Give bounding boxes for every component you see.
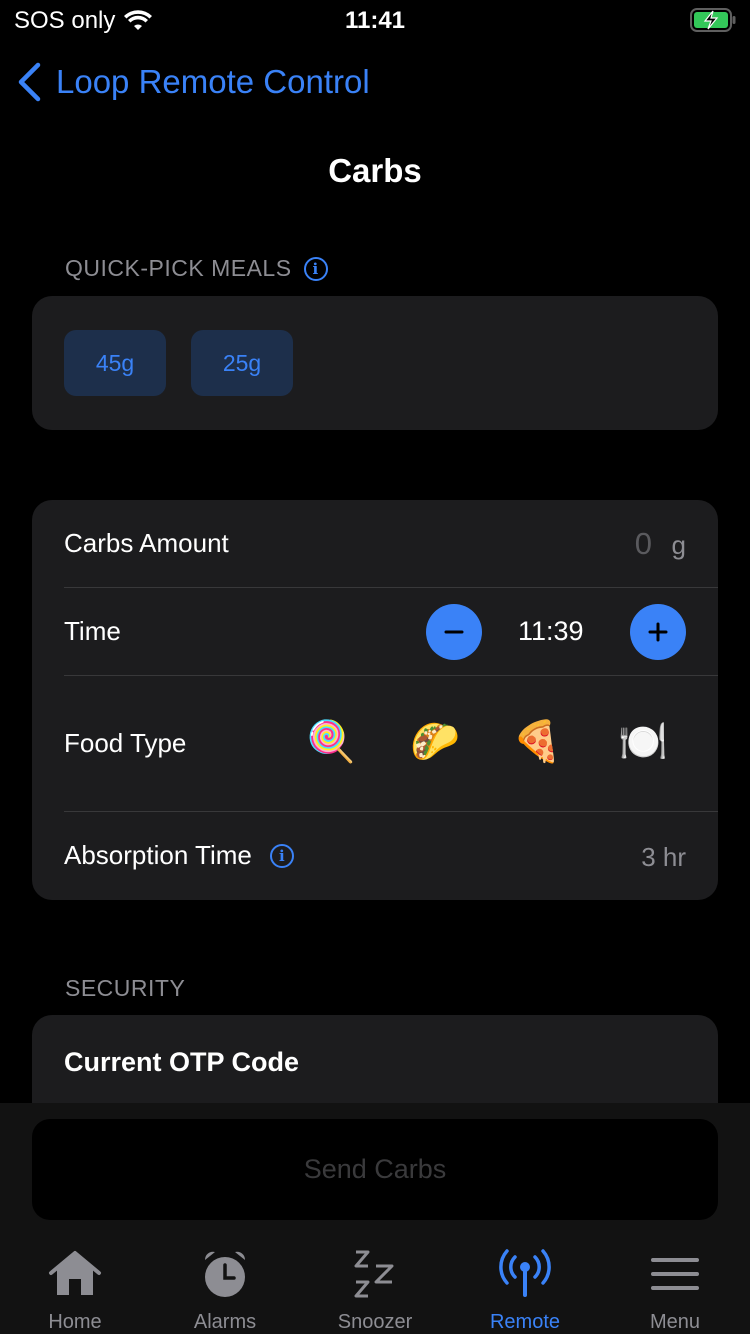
plus-icon bbox=[648, 622, 668, 642]
alarm-clock-icon bbox=[204, 1251, 246, 1297]
security-header: SECURITY bbox=[65, 975, 185, 1002]
back-label: Loop Remote Control bbox=[56, 63, 370, 100]
food-type-pizza-button[interactable]: 🍕 bbox=[512, 718, 562, 765]
carbs-amount-label: Carbs Amount bbox=[64, 528, 229, 558]
time-increment-button[interactable] bbox=[630, 604, 686, 660]
absorption-time-value: 3 hr bbox=[641, 842, 686, 872]
food-type-plate-button[interactable]: 🍽️ bbox=[618, 718, 668, 765]
battery-charging-icon bbox=[690, 8, 736, 32]
quick-pick-chip[interactable]: 45g bbox=[64, 330, 166, 396]
security-header-label: SECURITY bbox=[65, 975, 186, 1001]
zzz-icon bbox=[354, 1250, 394, 1298]
tab-snoozer-label: Snoozer bbox=[337, 1311, 413, 1333]
send-carbs-button[interactable]: Send Carbs bbox=[32, 1119, 718, 1220]
quick-pick-card: 45g 25g bbox=[32, 296, 718, 430]
status-bar: SOS only 11:41 bbox=[0, 0, 750, 40]
food-type-row: Food Type 🍭 🌮 🍕 🍽️ bbox=[32, 676, 718, 811]
tab-home[interactable]: Home bbox=[0, 1233, 150, 1334]
tab-remote[interactable]: Remote bbox=[450, 1233, 600, 1334]
tab-home-label: Home bbox=[48, 1311, 102, 1333]
minus-icon bbox=[444, 630, 464, 634]
tab-menu-label: Menu bbox=[649, 1311, 701, 1333]
back-button[interactable]: Loop Remote Control bbox=[16, 62, 370, 102]
quick-pick-header-label: QUICK-PICK MEALS bbox=[65, 255, 292, 281]
quick-pick-chip[interactable]: 25g bbox=[191, 330, 293, 396]
bottom-panel: Send Carbs Home Alarms Snoozer Remote Me… bbox=[0, 1103, 750, 1334]
tab-remote-label: Remote bbox=[489, 1311, 561, 1333]
carbs-amount-row[interactable]: Carbs Amount 0 g bbox=[32, 500, 718, 588]
time-row: Time 11:39 bbox=[32, 588, 718, 676]
carbs-amount-input[interactable]: 0 bbox=[635, 526, 652, 562]
time-value: 11:39 bbox=[518, 616, 584, 646]
otp-label: Current OTP Code bbox=[64, 1047, 300, 1077]
absorption-time-row[interactable]: Absorption Time i 3 hr bbox=[32, 812, 718, 900]
carbs-amount-unit: g bbox=[671, 530, 686, 560]
time-decrement-button[interactable] bbox=[426, 604, 482, 660]
food-type-label: Food Type bbox=[64, 728, 187, 758]
tab-snoozer[interactable]: Snoozer bbox=[300, 1233, 450, 1334]
menu-icon bbox=[651, 1258, 699, 1290]
absorption-label-group: Absorption Time i bbox=[64, 840, 294, 871]
chevron-left-icon bbox=[18, 62, 41, 102]
tab-alarms[interactable]: Alarms bbox=[150, 1233, 300, 1334]
antenna-icon bbox=[499, 1249, 551, 1297]
tab-alarms-label: Alarms bbox=[193, 1311, 257, 1333]
food-type-taco-button[interactable]: 🌮 bbox=[410, 718, 460, 765]
time-label: Time bbox=[64, 616, 121, 646]
status-time: 11:41 bbox=[344, 7, 406, 34]
carbs-entry-card: Carbs Amount 0 g Time 11:39 Food Type 🍭 … bbox=[32, 500, 718, 900]
tab-menu[interactable]: Menu bbox=[600, 1233, 750, 1334]
page-title: Carbs bbox=[328, 152, 422, 189]
tab-bar: Home Alarms Snoozer Remote Menu bbox=[0, 1233, 750, 1334]
food-type-candy-button[interactable]: 🍭 bbox=[306, 718, 356, 765]
info-icon[interactable]: i bbox=[269, 843, 294, 868]
quick-pick-header: QUICK-PICK MEALS i bbox=[65, 255, 328, 282]
info-icon[interactable]: i bbox=[303, 256, 328, 281]
absorption-time-label: Absorption Time bbox=[64, 840, 252, 870]
house-icon bbox=[49, 1251, 101, 1295]
